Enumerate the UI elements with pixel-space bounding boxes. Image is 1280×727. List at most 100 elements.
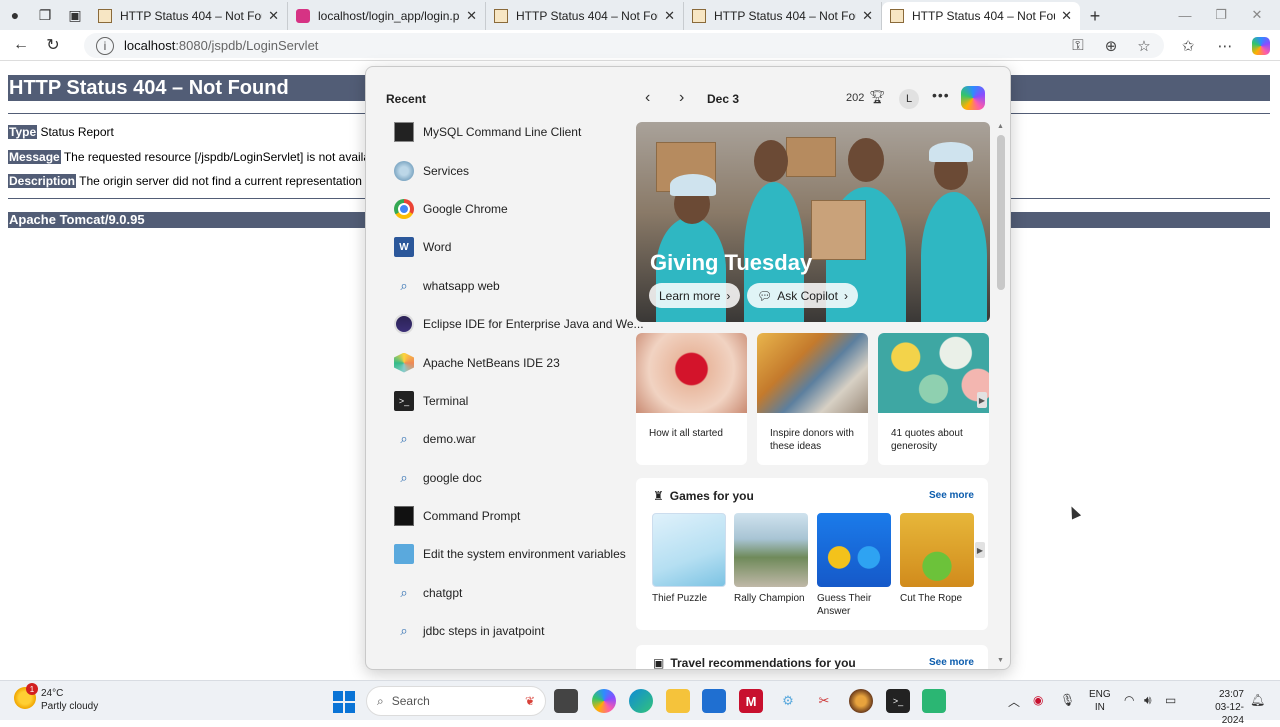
cards-next-arrow-icon[interactable]: ▶ — [977, 392, 987, 408]
broken-page-favicon-icon — [890, 9, 904, 23]
snipping-tool-icon[interactable]: ✂ — [812, 689, 836, 713]
close-tab-icon[interactable]: ✕ — [862, 8, 873, 24]
widget-date: Dec 3 — [707, 92, 740, 106]
recent-item-google-doc[interactable]: ⌕ google doc — [394, 459, 634, 497]
previous-day-button[interactable]: ‹ — [645, 89, 650, 107]
weather-condition: Partly cloudy — [41, 701, 99, 712]
story-card[interactable]: Inspire donors with these ideas — [757, 333, 868, 465]
refresh-button[interactable]: ↻ — [37, 30, 69, 61]
wifi-icon[interactable]: ◠ — [1124, 693, 1134, 707]
recent-item-word[interactable]: W Word — [394, 228, 634, 266]
message-line: Message The requested resource [/jspdb/L… — [8, 150, 386, 164]
more-options-icon[interactable]: ••• — [932, 87, 950, 103]
favorites-list-icon[interactable]: ✩ — [1172, 30, 1204, 61]
copilot-taskbar-icon[interactable] — [592, 689, 616, 713]
battery-icon[interactable]: ▭ — [1165, 693, 1176, 707]
workspaces-icon[interactable]: ❐ — [30, 0, 60, 30]
guess-their-answer-thumbnail — [817, 513, 891, 587]
site-info-icon[interactable]: i — [96, 36, 114, 55]
rewards-points[interactable]: 202 — [846, 92, 864, 104]
close-tab-icon[interactable]: ✕ — [664, 8, 675, 24]
file-explorer-icon[interactable] — [666, 689, 690, 713]
volume-icon[interactable]: 🔊︎ — [1144, 693, 1152, 708]
show-hidden-icons-chevron-icon[interactable]: ︿ — [1008, 693, 1020, 710]
tab-actions-icon[interactable]: ▣ — [60, 0, 90, 30]
recent-item-mysql[interactable]: MySQL Command Line Client — [394, 113, 634, 151]
back-button[interactable]: ← — [5, 30, 37, 61]
widgets-panel: Recent ‹ › Dec 3 202 🏆︎ L ••• MySQL Comm… — [365, 66, 1011, 670]
profile-icon[interactable]: ● — [0, 0, 30, 30]
recent-item-chrome[interactable]: Google Chrome — [394, 190, 634, 228]
close-tab-icon[interactable]: ✕ — [1061, 8, 1072, 24]
widget-scrollbar-thumb[interactable] — [997, 135, 1005, 290]
copilot-logo-icon[interactable] — [961, 86, 985, 110]
new-tab-button[interactable]: + — [1080, 2, 1110, 30]
recent-item-netbeans[interactable]: Apache NetBeans IDE 23 — [394, 343, 634, 381]
mcafee-tray-icon[interactable]: ◉ — [1033, 693, 1043, 707]
recent-item-chatgpt[interactable]: ⌕ chatgpt — [394, 574, 634, 612]
password-key-icon[interactable]: ⚿ — [1062, 30, 1094, 61]
windows-start-button[interactable] — [332, 689, 356, 713]
chevron-right-icon: › — [843, 288, 848, 303]
scroll-up-icon[interactable]: ▲ — [997, 123, 1004, 130]
recent-item-services[interactable]: Services — [394, 151, 634, 189]
hero-image-person — [921, 192, 987, 322]
browser-tab-4[interactable]: HTTP Status 404 – Not Found✕ — [684, 2, 882, 30]
copilot-icon[interactable] — [1245, 30, 1277, 61]
task-view-icon[interactable] — [554, 689, 578, 713]
url-bar[interactable]: i localhost:8080/jspdb/LoginServlet — [84, 33, 1164, 58]
travel-section: ▣ Travel recommendations for you See more — [636, 645, 988, 670]
browser-tab-5-active[interactable]: HTTP Status 404 – Not Found✕ — [882, 2, 1080, 30]
notepad-icon[interactable] — [922, 689, 946, 713]
close-window-button[interactable]: ✕ — [1238, 0, 1276, 30]
recent-item-demo-war[interactable]: ⌕ demo.war — [394, 420, 634, 458]
hero-image-cap — [929, 142, 973, 162]
avatar[interactable]: L — [899, 89, 919, 109]
giving-tuesday-hero-card[interactable]: Giving Tuesday Learn more › 💬︎ Ask Copilot… — [636, 122, 990, 322]
rewards-trophy-icon[interactable]: 🏆︎ — [869, 89, 886, 105]
scroll-down-icon[interactable]: ▼ — [997, 657, 1004, 664]
recent-item-eclipse[interactable]: Eclipse IDE for Enterprise Java and We..… — [394, 305, 644, 343]
game-thief-puzzle[interactable]: Thief Puzzle — [652, 513, 726, 605]
edge-browser-icon[interactable] — [629, 689, 653, 713]
favorite-star-icon[interactable]: ☆ — [1128, 30, 1160, 61]
system-clock[interactable]: 23:07 03-12-2024 — [1204, 688, 1244, 727]
game-cut-the-rope[interactable]: Cut The Rope — [900, 513, 974, 605]
browser-tab-3[interactable]: HTTP Status 404 – Not Found✕ — [486, 2, 684, 30]
minimize-button[interactable]: — — [1166, 0, 1204, 30]
story-card[interactable]: 41 quotes about generosity — [878, 333, 989, 465]
recent-item-command-prompt[interactable]: Command Prompt — [394, 497, 634, 535]
ask-copilot-button[interactable]: 💬︎ Ask Copilot › — [747, 283, 858, 308]
language-indicator[interactable]: ENG IN — [1089, 688, 1111, 714]
notification-bell-icon[interactable]: 🔔︎ — [1250, 693, 1265, 707]
terminal-taskbar-icon[interactable]: >_ — [886, 689, 910, 713]
recent-item-whatsapp-web[interactable]: ⌕ whatsapp web — [394, 267, 634, 305]
suitcase-icon: ▣ — [653, 656, 665, 670]
java-coffee-icon[interactable] — [849, 689, 873, 713]
recent-list: MySQL Command Line Client Services Googl… — [394, 113, 644, 650]
recent-item-terminal[interactable]: >_ Terminal — [394, 382, 634, 420]
settings-more-icon[interactable]: ⋯ — [1209, 30, 1241, 61]
microphone-icon[interactable]: 🎙︎ — [1060, 693, 1075, 707]
browser-tab-1[interactable]: HTTP Status 404 – Not Found✕ — [90, 2, 288, 30]
travel-see-more-link[interactable]: See more — [929, 657, 974, 668]
game-rally-champion[interactable]: Rally Champion — [734, 513, 808, 605]
next-day-button[interactable]: › — [679, 89, 684, 107]
recent-item-jdbc-steps[interactable]: ⌕ jdbc steps in javatpoint — [394, 612, 634, 650]
games-next-arrow-icon[interactable]: ▶ — [975, 542, 985, 558]
recent-item-env-variables[interactable]: Edit the system environment variables — [394, 535, 634, 573]
games-see-more-link[interactable]: See more — [929, 490, 974, 501]
maximize-button[interactable]: ❐ — [1202, 0, 1240, 30]
mcafee-icon[interactable]: M — [739, 689, 763, 713]
learn-more-button[interactable]: Learn more › — [649, 283, 741, 308]
services-taskbar-icon[interactable]: ⚙ — [776, 689, 800, 713]
weather-widget[interactable]: 1 24°C Partly cloudy — [14, 683, 99, 713]
zoom-icon[interactable]: ⊕ — [1095, 30, 1127, 61]
browser-tab-2[interactable]: localhost/login_app/login.php ✕ — [288, 2, 486, 30]
game-guess-their-answer[interactable]: Guess Their Answer — [817, 513, 891, 618]
close-tab-icon[interactable]: ✕ — [466, 8, 477, 24]
microsoft-store-icon[interactable] — [702, 689, 726, 713]
taskbar-search-box[interactable]: ⌕ Search ❦ — [366, 686, 546, 716]
close-tab-icon[interactable]: ✕ — [268, 8, 279, 24]
story-card[interactable]: How it all started — [636, 333, 747, 465]
